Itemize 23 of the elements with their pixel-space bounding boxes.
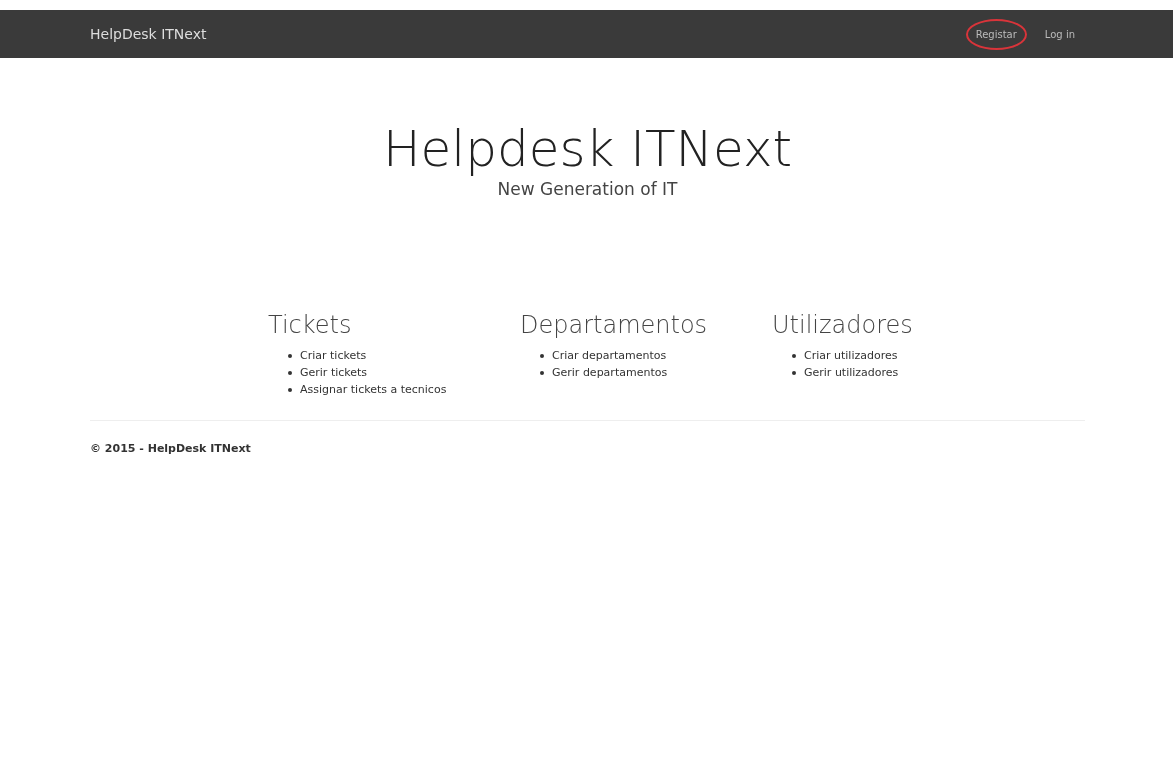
bullet-icon: [540, 370, 544, 375]
footer-text: © 2015 - HelpDesk ITNext: [90, 441, 251, 455]
list-item: Criar departamentos: [552, 348, 667, 362]
section-heading: Departamentos: [520, 309, 709, 341]
list-item: Gerir utilizadores: [804, 365, 899, 379]
list-item: Gerir tickets: [300, 365, 368, 379]
section-heading: Utilizadores: [772, 309, 914, 341]
bullet-icon: [540, 353, 544, 358]
brand-link[interactable]: HelpDesk ITNext: [90, 23, 207, 45]
section-heading: Tickets: [268, 309, 353, 341]
bullet-icon: [288, 387, 292, 392]
nav-link[interactable]: Registar: [965, 18, 1027, 50]
list-item: Assignar tickets a tecnicos: [300, 382, 447, 396]
subtitle: New Generation of IT: [496, 178, 679, 201]
bullet-icon: [792, 353, 796, 358]
list-item: Criar utilizadores: [804, 348, 898, 362]
bullet-icon: [288, 370, 292, 375]
bullet-icon: [792, 370, 796, 375]
nav-link[interactable]: Log in: [1034, 18, 1085, 50]
page-title: Helpdesk ITNext: [381, 122, 794, 177]
list-item: Gerir departamentos: [552, 365, 668, 379]
list-item: Criar tickets: [300, 348, 367, 362]
bullet-icon: [288, 353, 292, 358]
